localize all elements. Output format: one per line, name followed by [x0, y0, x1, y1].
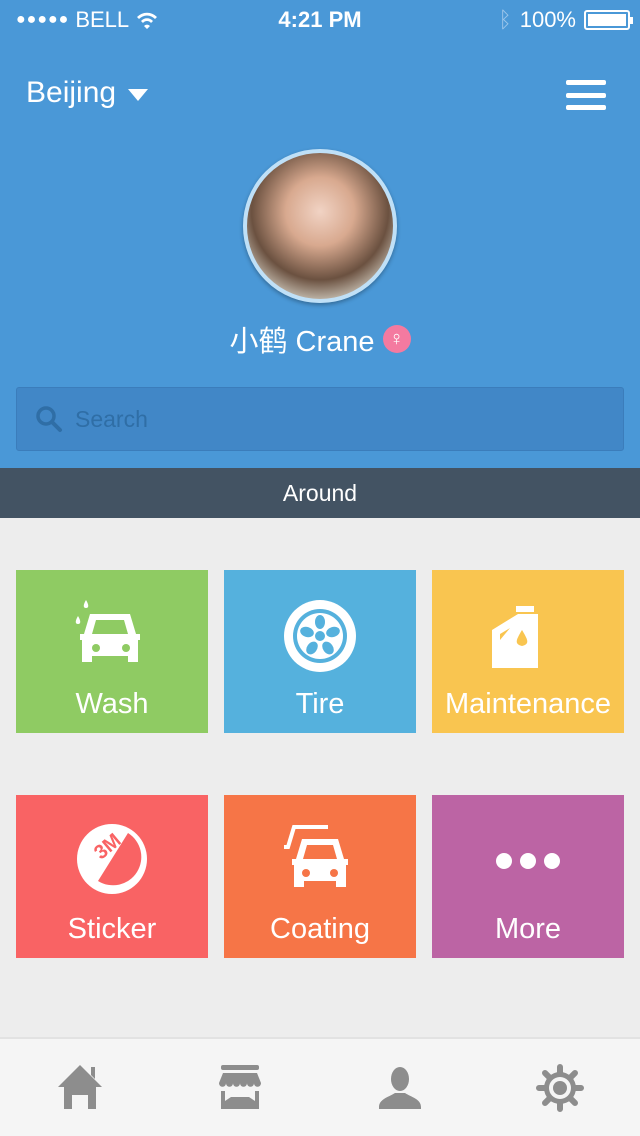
avatar[interactable]	[243, 149, 397, 303]
gear-icon[interactable]	[535, 1063, 585, 1113]
search-icon	[36, 406, 62, 432]
tab-bar	[0, 1037, 640, 1136]
search-bar[interactable]	[16, 387, 624, 451]
status-bar: ●●●●● BELL 4:21 PM ᛒ 100%	[0, 0, 640, 40]
service-label: Maintenance	[444, 688, 612, 720]
service-wash[interactable]: Wash	[16, 570, 208, 733]
city-selector[interactable]: Beijing	[26, 76, 149, 110]
header: ●●●●● BELL 4:21 PM ᛒ 100% Beijing 小鹤 Crane…	[0, 0, 640, 468]
user-name: 小鹤 Crane	[229, 326, 375, 358]
user-name-row: 小鹤 Crane ♀	[0, 318, 640, 360]
service-label: Tire	[295, 688, 345, 720]
search-input[interactable]	[75, 405, 575, 433]
service-maintenance[interactable]: Maintenance	[432, 570, 624, 733]
city-label: Beijing	[26, 76, 117, 109]
tire-icon	[284, 600, 356, 672]
oil-can-icon	[492, 606, 538, 668]
bluetooth-icon: ᛒ	[498, 7, 512, 32]
service-label: More	[494, 913, 562, 945]
chevron-down-icon	[128, 89, 149, 101]
more-icon	[496, 853, 560, 869]
section-title: Around	[0, 468, 640, 518]
female-icon: ♀	[382, 325, 411, 353]
battery-percent: 100%	[519, 7, 576, 32]
service-coating[interactable]: Coating	[224, 795, 416, 958]
home-icon[interactable]	[55, 1063, 105, 1113]
car-wash-icon	[75, 600, 140, 662]
service-label: Sticker	[67, 913, 157, 945]
service-tire[interactable]: Tire	[224, 570, 416, 733]
battery-icon	[584, 10, 633, 30]
sticker-3m-icon: 3M	[77, 824, 147, 894]
car-coating-icon	[284, 825, 348, 887]
service-label: Coating	[270, 913, 370, 945]
service-label: Wash	[75, 688, 149, 720]
service-more[interactable]: More	[432, 795, 624, 958]
menu-icon[interactable]	[566, 80, 606, 110]
user-icon[interactable]	[375, 1063, 425, 1113]
service-sticker[interactable]: 3M Sticker	[16, 795, 208, 958]
store-icon[interactable]	[215, 1063, 265, 1113]
